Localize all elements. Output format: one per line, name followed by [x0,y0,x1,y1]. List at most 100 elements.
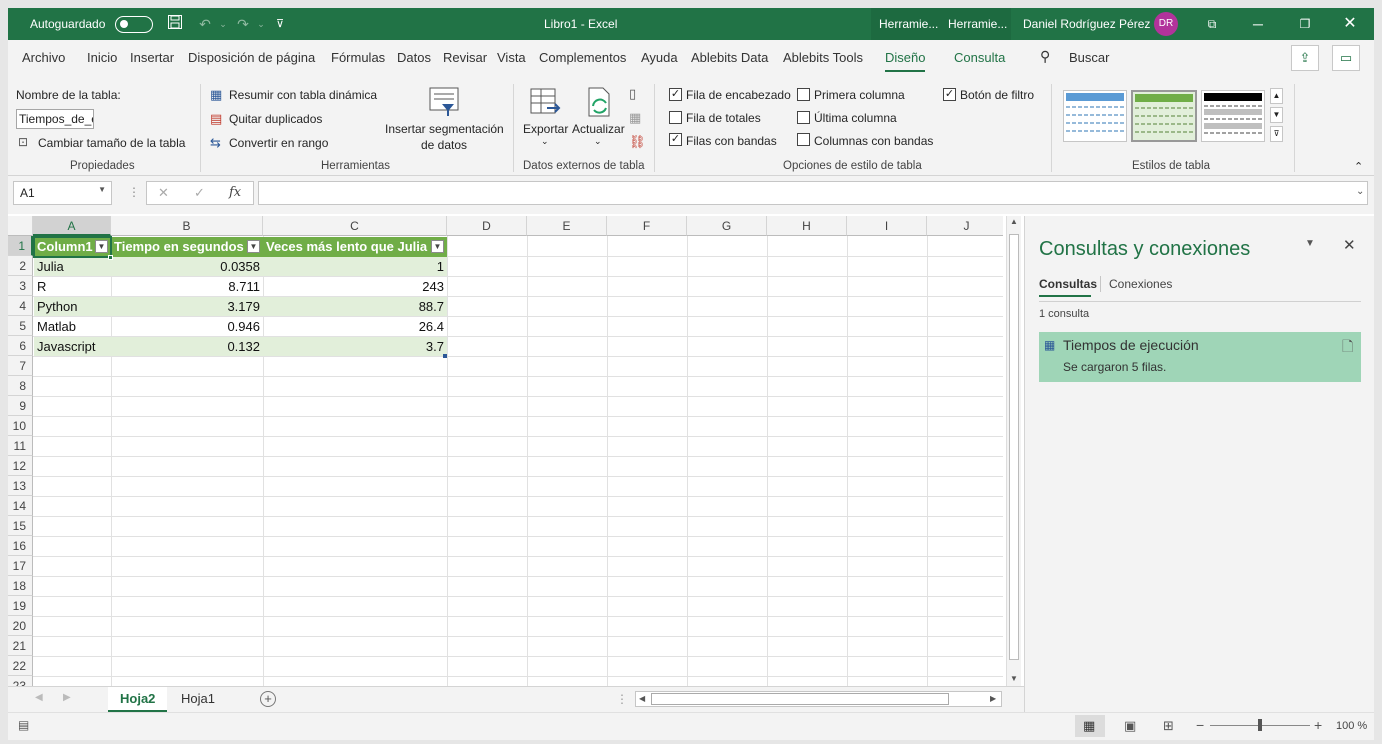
row-header[interactable]: 16 [8,536,33,556]
user-name[interactable]: Daniel Rodríguez Pérez [1023,17,1150,31]
undo-dropdown-icon[interactable]: ⌄ [213,14,233,34]
pane-options-icon[interactable]: ▼ [1305,238,1315,249]
row-header[interactable]: 22 [8,656,33,676]
scroll-right-icon[interactable]: ▶ [990,694,996,703]
row-header[interactable]: 4 [8,296,33,316]
row-header[interactable]: 3 [8,276,33,296]
customize-qat-icon[interactable]: ⊽ [270,14,290,34]
table-cell[interactable]: Javascript [34,337,111,357]
contextual-tab-1[interactable]: Herramie... [879,17,938,31]
normal-view-button[interactable]: ▦ [1075,715,1105,737]
scroll-left-icon[interactable]: ◀ [639,694,645,703]
column-header-a[interactable]: A [33,216,111,236]
properties-icon[interactable]: ▯ [629,86,636,102]
minimize-icon[interactable]: ─ [1248,14,1268,34]
undo-icon[interactable]: ↶ [195,14,215,34]
search-label[interactable]: Buscar [1069,50,1109,65]
table-name-input[interactable]: Tiempos_de_e [16,109,94,129]
refresh-icon[interactable] [583,86,615,118]
table-cell[interactable]: Matlab [34,317,111,337]
table-cell[interactable]: 0.946 [111,317,263,337]
scroll-thumb[interactable] [1009,234,1019,660]
convert-range-button[interactable]: Convertir en rango [229,136,328,150]
tab-diseno[interactable]: Diseño [885,50,926,72]
first-column-checkbox[interactable] [797,88,810,101]
row-header[interactable]: 5 [8,316,33,336]
expand-formula-icon[interactable]: ⌄ [1356,186,1364,197]
zoom-level[interactable]: 100 % [1336,720,1367,732]
add-sheet-icon[interactable]: + [260,691,276,707]
column-header-g[interactable]: G [687,216,767,236]
table-style-green-selected[interactable] [1131,90,1197,142]
tab-formulas[interactable]: Fórmulas [331,50,385,65]
zoom-out-icon[interactable]: − [1196,717,1204,733]
sheet-tab-hoja2[interactable]: Hoja2 [108,687,168,712]
select-all-corner[interactable] [8,216,33,236]
share-icon[interactable]: ⇪ [1291,45,1319,71]
insert-slicer-icon[interactable] [428,86,460,118]
resize-table-button[interactable]: Cambiar tamaño de la tabla [38,136,185,150]
row-header[interactable]: 17 [8,556,33,576]
enter-icon[interactable]: ✓ [194,185,205,201]
column-header-b[interactable]: B [111,216,263,236]
search-icon[interactable]: ⚲ [1040,48,1050,65]
tab-split-icon[interactable]: ⋮ [616,692,628,706]
export-icon[interactable] [529,86,561,118]
scroll-down-icon[interactable]: ▼ [1010,674,1018,683]
row-header[interactable]: 2 [8,256,33,276]
tab-archivo[interactable]: Archivo [22,50,65,65]
pivot-button[interactable]: Resumir con tabla dinámica [229,88,377,102]
table-cell[interactable]: Julia [34,257,111,277]
styles-scroll-up-icon[interactable]: ▲ [1270,88,1283,104]
row-header[interactable]: 6 [8,336,33,356]
save-icon[interactable] [165,14,185,34]
table-cell[interactable]: 88.7 [263,297,447,317]
remove-duplicates-button[interactable]: Quitar duplicados [229,112,322,126]
total-row-checkbox[interactable] [669,111,682,124]
table-cell[interactable]: R [34,277,111,297]
name-box[interactable]: A1 ▼ [13,181,112,205]
table-cell[interactable]: 0.0358 [111,257,263,277]
last-column-checkbox[interactable] [797,111,810,124]
ribbon-display-icon[interactable]: ⧉ [1202,14,1222,34]
page-layout-icon[interactable]: ▣ [1124,718,1136,734]
contextual-tab-2[interactable]: Herramie... [948,17,1007,31]
insert-function-icon[interactable]: fx [229,185,241,200]
tab-revisar[interactable]: Revisar [443,50,487,65]
table-cell[interactable]: 8.711 [111,277,263,297]
table-cell[interactable]: 1 [263,257,447,277]
close-icon[interactable]: ✕ [1340,14,1360,34]
table-cell[interactable]: Python [34,297,111,317]
header-row-checkbox[interactable]: ✓ [669,88,682,101]
redo-icon[interactable]: ↷ [233,14,253,34]
row-header[interactable]: 10 [8,416,33,436]
row-header[interactable]: 12 [8,456,33,476]
row-header[interactable]: 13 [8,476,33,496]
table-style-blue[interactable] [1063,90,1127,142]
row-header[interactable]: 1 [8,236,33,256]
avatar[interactable]: DR [1154,12,1178,36]
table-cell[interactable]: 3.7 [263,337,447,357]
table-resize-handle[interactable] [443,354,447,358]
prev-sheet-icon[interactable]: ◀ [35,692,43,703]
refresh-dropdown-icon[interactable]: ⌄ [594,136,602,147]
styles-more-icon[interactable]: ⊽ [1270,126,1283,142]
insert-slicer-button[interactable]: Insertar segmentación [385,122,504,136]
pane-close-icon[interactable]: ✕ [1343,236,1356,254]
formula-input[interactable] [258,181,1368,205]
column-header-d[interactable]: D [447,216,527,236]
comments-icon[interactable]: ▭ [1332,45,1360,71]
sheet-tab-hoja1[interactable]: Hoja1 [169,687,227,712]
row-header[interactable]: 23 [8,676,33,686]
tab-datos[interactable]: Datos [397,50,431,65]
tab-insertar[interactable]: Insertar [130,50,174,65]
row-header[interactable]: 18 [8,576,33,596]
insert-slicer-button-line2[interactable]: de datos [421,138,467,152]
row-header[interactable]: 21 [8,636,33,656]
query-item[interactable]: ▦ Tiempos de ejecución Se cargaron 5 fil… [1039,332,1361,382]
redo-dropdown-icon[interactable]: ⌄ [251,14,271,34]
zoom-slider-thumb[interactable] [1258,719,1262,731]
column-header-i[interactable]: I [847,216,927,236]
tab-consulta[interactable]: Consulta [954,50,1005,65]
row-header[interactable]: 9 [8,396,33,416]
